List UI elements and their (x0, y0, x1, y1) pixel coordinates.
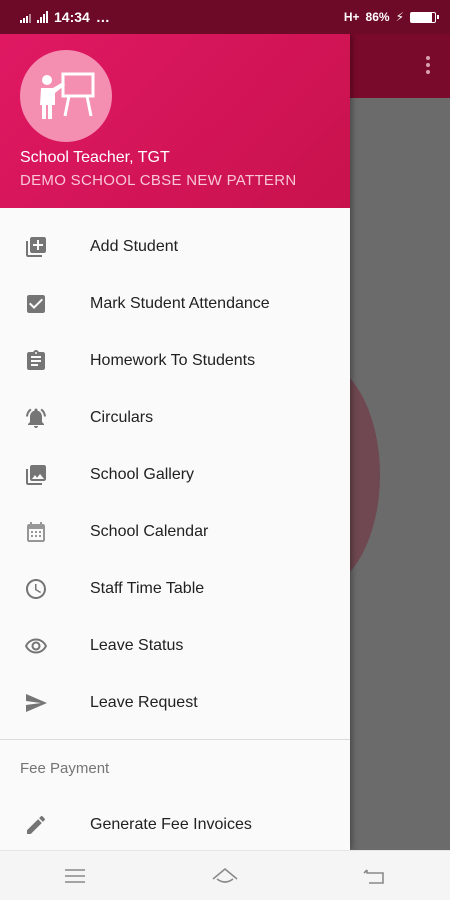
menu-item-label: Staff Time Table (90, 579, 205, 597)
send-icon (0, 691, 90, 715)
menu-icon[interactable] (55, 856, 95, 896)
signal-weak-icon (20, 11, 31, 23)
charging-icon: ⚡ (395, 10, 404, 24)
menu-item-time-table[interactable]: Staff Time Table (0, 560, 350, 617)
gallery-icon (0, 463, 90, 487)
system-nav-bar (0, 850, 450, 900)
drawer-menu: Add Student Mark Student Attendance Home… (0, 218, 350, 731)
battery-level-fill (411, 12, 432, 22)
clipboard-icon (0, 349, 90, 373)
status-time: 14:34 (54, 9, 90, 25)
menu-item-label: School Gallery (90, 465, 195, 483)
check-box-icon (0, 292, 90, 316)
menu-item-add-student[interactable]: Add Student (0, 218, 350, 275)
fee-menu: Generate Fee Invoices (0, 796, 350, 850)
menu-item-label: Leave Request (90, 693, 198, 711)
navigation-drawer: School Teacher, TGT DEMO SCHOOL CBSE NEW… (0, 34, 350, 850)
menu-item-leave-request[interactable]: Leave Request (0, 674, 350, 731)
section-title-fee-payment: Fee Payment (20, 760, 110, 777)
menu-item-label: Generate Fee Invoices (90, 815, 252, 833)
battery-icon (410, 11, 439, 23)
bell-icon (0, 406, 90, 430)
profile-name: School Teacher, TGT (20, 149, 170, 166)
menu-item-homework[interactable]: Homework To Students (0, 332, 350, 389)
pencil-icon (0, 813, 90, 837)
status-bar: 14:34 … H+ 86% ⚡ (0, 0, 450, 34)
home-icon[interactable] (205, 856, 245, 896)
menu-item-label: Circulars (90, 408, 154, 426)
add-box-icon (0, 235, 90, 259)
menu-item-label: Homework To Students (90, 351, 256, 369)
status-right: H+ 86% ⚡ (343, 10, 439, 24)
menu-item-leave-status[interactable]: Leave Status (0, 617, 350, 674)
menu-item-label: Mark Student Attendance (90, 294, 270, 312)
menu-item-calendar[interactable]: School Calendar (0, 503, 350, 560)
back-icon[interactable] (355, 856, 395, 896)
menu-item-label: Leave Status (90, 636, 184, 654)
drawer-header: School Teacher, TGT DEMO SCHOOL CBSE NEW… (0, 34, 350, 208)
status-more-icon: … (95, 9, 110, 25)
menu-item-generate-invoices[interactable]: Generate Fee Invoices (0, 796, 350, 850)
menu-item-circulars[interactable]: Circulars (0, 389, 350, 446)
teacher-board-graphic (40, 72, 95, 119)
eye-icon (0, 634, 90, 658)
profile-school: DEMO SCHOOL CBSE NEW PATTERN (20, 172, 297, 189)
teacher-board-icon (20, 50, 112, 142)
overflow-menu-icon[interactable] (426, 56, 430, 74)
menu-item-label: Add Student (90, 237, 179, 255)
battery-percent: 86% (365, 10, 390, 24)
calendar-icon (0, 520, 90, 544)
network-type: H+ (343, 10, 360, 24)
clock-icon (0, 577, 90, 601)
signal-icon (37, 11, 48, 23)
menu-item-mark-attendance[interactable]: Mark Student Attendance (0, 275, 350, 332)
status-left: 14:34 … (20, 9, 110, 25)
menu-item-label: School Calendar (90, 522, 209, 540)
menu-item-gallery[interactable]: School Gallery (0, 446, 350, 503)
